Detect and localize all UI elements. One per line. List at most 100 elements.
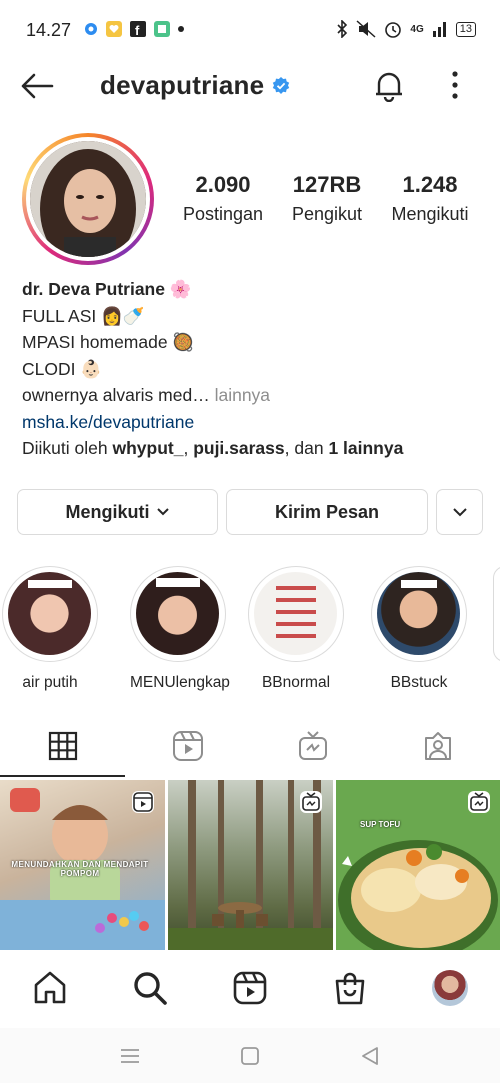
reels-icon [172,731,203,761]
story-highlight[interactable]: air putih [2,566,98,692]
heart-app-icon [106,21,122,37]
igtv-icon [298,731,327,760]
highlight-label: BBnormal [261,674,331,691]
igtv-badge-icon [468,791,490,813]
menu-lines-icon [121,1049,139,1063]
bio-website-link[interactable]: msha.ke/devaputriane [22,409,482,436]
reels-badge-icon [132,791,154,813]
back-button[interactable] [20,70,60,102]
story-highlight[interactable]: BBstuck [371,566,467,692]
profile-content-tabs [0,716,500,778]
network-type: 4G [410,23,424,35]
more-notifications-dot-icon [178,26,184,32]
profile-display-name: dr. Deva Putriane 🌸 [22,279,192,299]
send-message-button[interactable]: Kirim Pesan [226,489,428,535]
stat-followers[interactable]: 127RB Pengikut [284,172,370,225]
post-thumbnail[interactable]: SUP TOFU [336,780,500,950]
back-arrow-icon [21,73,54,99]
reels-icon [233,971,267,1005]
facebook-icon: f [130,21,146,37]
highlight-cover [377,572,460,655]
tab-igtv[interactable] [250,716,375,776]
post-caption-overlay: SUP TOFU [360,820,401,829]
posts-count: 2.090 [195,172,251,197]
followers-count: 127RB [292,172,362,197]
browser-icon [85,23,97,35]
posts-label: Postingan [182,204,264,224]
story-highlight-partial[interactable] [493,566,500,662]
bio-line: MPASI homemade 🥘 [22,332,195,352]
post-caption-overlay: MENUNDAHKAN DAN MENDAPIT POMPOM [11,860,149,878]
back-system-button[interactable] [356,1042,384,1070]
system-icons: 4G 13 [336,20,476,38]
send-message-button-label: Kirim Pesan [274,501,380,522]
search-icon [134,972,167,1005]
calendar-app-icon [154,21,170,37]
post-thumbnail[interactable]: MENUNDAHKAN DAN MENDAPIT POMPOM [0,780,165,950]
tagged-person-icon [424,732,451,760]
nav-reels[interactable] [230,968,270,1008]
tab-posts-grid[interactable] [0,716,125,776]
tab-reels[interactable] [125,716,250,776]
profile-bio: dr. Deva Putriane 🌸 FULL ASI 👩🍼 MPASI ho… [22,276,482,462]
profile-photo [30,141,146,257]
chevron-down-icon [156,508,169,516]
status-time: 14.27 [26,20,72,40]
home-system-button[interactable] [236,1042,264,1070]
stat-following[interactable]: 1.248 Mengikuti [384,172,476,225]
igtv-badge-icon [300,791,322,813]
mute-icon [356,20,376,38]
status-bar: 14.27 f 4G 13 [0,0,500,60]
shopping-bag-icon [335,972,365,1005]
battery-indicator: 13 [455,21,476,37]
highlight-cover [8,572,91,655]
highlight-cover [254,572,337,655]
following-label: Mengikuti [391,204,469,224]
bio-line: FULL ASI 👩🍼 [22,305,145,326]
nav-search[interactable] [130,968,170,1008]
followers-label: Pengikut [291,204,363,224]
active-tab-indicator [0,775,125,777]
nav-profile[interactable] [430,968,470,1008]
notifications-button[interactable] [372,68,406,103]
posts-grid: MENUNDAHKAN DAN MENDAPIT POMPOM SUP TOFU [0,780,500,950]
grid-icon [48,731,77,761]
more-options-button[interactable] [444,68,466,102]
alarm-icon [385,22,402,38]
system-navigation-bar [0,1028,500,1083]
bio-line: CLODI 👶🏻 [22,358,103,379]
highlight-cover [136,572,219,655]
following-button[interactable]: Mengikuti [17,489,218,535]
bell-icon [376,72,402,103]
followed-by-text[interactable]: Diikuti oleh whyput_, puji.sarass, dan 1… [22,435,482,462]
chevron-down-icon [452,508,467,517]
following-button-label: Mengikuti [65,501,150,522]
bluetooth-icon [337,20,348,38]
own-profile-avatar [432,970,468,1006]
story-highlight[interactable]: MENUlengkap [130,566,230,692]
story-highlight[interactable]: BBnormal [248,566,344,692]
highlight-label: BBstuck [390,674,448,691]
highlight-label: MENUlengkap [130,674,230,691]
post-thumbnail[interactable] [168,780,333,950]
vertical-dots-icon [452,71,458,99]
bio-more-link[interactable]: lainnya [210,385,270,405]
notification-icons: f [84,21,184,37]
profile-avatar[interactable] [22,133,154,265]
nav-shop[interactable] [330,968,370,1008]
profile-topbar: devaputriane [0,60,500,110]
home-icon [34,971,66,1004]
nav-home[interactable] [30,968,70,1008]
suggested-accounts-button[interactable] [436,489,483,535]
following-count: 1.248 [402,172,458,197]
tab-tagged[interactable] [375,716,500,776]
signal-icon [432,22,446,37]
stat-posts[interactable]: 2.090 Postingan [174,172,272,225]
bio-line-truncated: ownernya alvaris med… lainnya [22,385,271,405]
verified-badge-icon [272,77,290,94]
recent-apps-button[interactable] [116,1042,144,1070]
highlight-label: air putih [22,674,78,691]
bottom-navigation [0,950,500,1028]
profile-photo-image [30,141,146,257]
profile-username: devaputriane [100,70,265,100]
